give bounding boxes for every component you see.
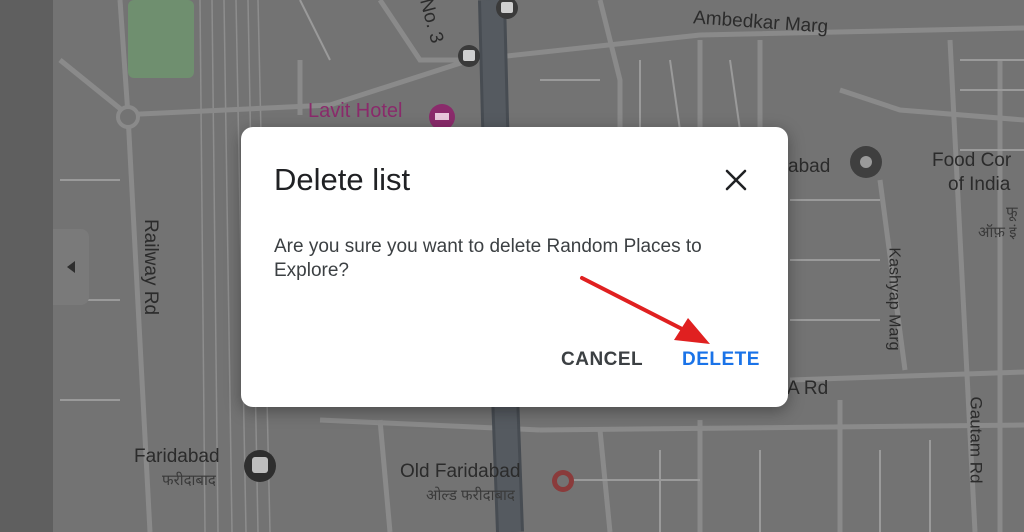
map-label-railway-rd: Railway Rd: [140, 218, 162, 316]
map-label-hindi-of: ऑफ़ इं: [978, 224, 1017, 241]
map-label-gautam-rd: Gautam Rd: [966, 396, 986, 484]
map-label-lavit-hotel: Lavit Hotel: [308, 100, 403, 122]
map-label-food-corp: Food Cor: [932, 150, 1012, 171]
map-label-faridabad-partial: abad: [788, 156, 831, 177]
close-icon: [725, 169, 747, 191]
park-area: [128, 0, 194, 78]
map-label-faridabad-station: Faridabad: [134, 446, 220, 467]
metro-station-icon: [552, 470, 574, 492]
side-panel-strip: [0, 0, 53, 532]
place-pin-icon: [850, 146, 882, 178]
map-label-faridabad-station-hi: फरीदाबाद: [162, 472, 216, 489]
chevron-left-icon: [67, 261, 75, 273]
map-label-a-rd: A Rd: [787, 378, 829, 399]
train-station-icon: [244, 450, 276, 482]
map-label-hindi-fu: फू: [1006, 204, 1018, 221]
collapse-panel-button[interactable]: [53, 229, 89, 305]
dialog-title: Delete list: [274, 162, 411, 197]
roundabout: [116, 105, 140, 129]
map-label-kashyap-marg: Kashyap Marg: [885, 247, 903, 351]
annotation-arrow-icon: [580, 276, 710, 344]
close-button[interactable]: [719, 163, 753, 197]
map-label-of-india: of India: [948, 174, 1011, 195]
bus-stop-icon: [458, 45, 480, 67]
map-label-old-faridabad: Old Faridabad: [400, 461, 521, 482]
map-label-old-faridabad-hi: ओल्ड फरीदाबाद: [426, 487, 515, 504]
